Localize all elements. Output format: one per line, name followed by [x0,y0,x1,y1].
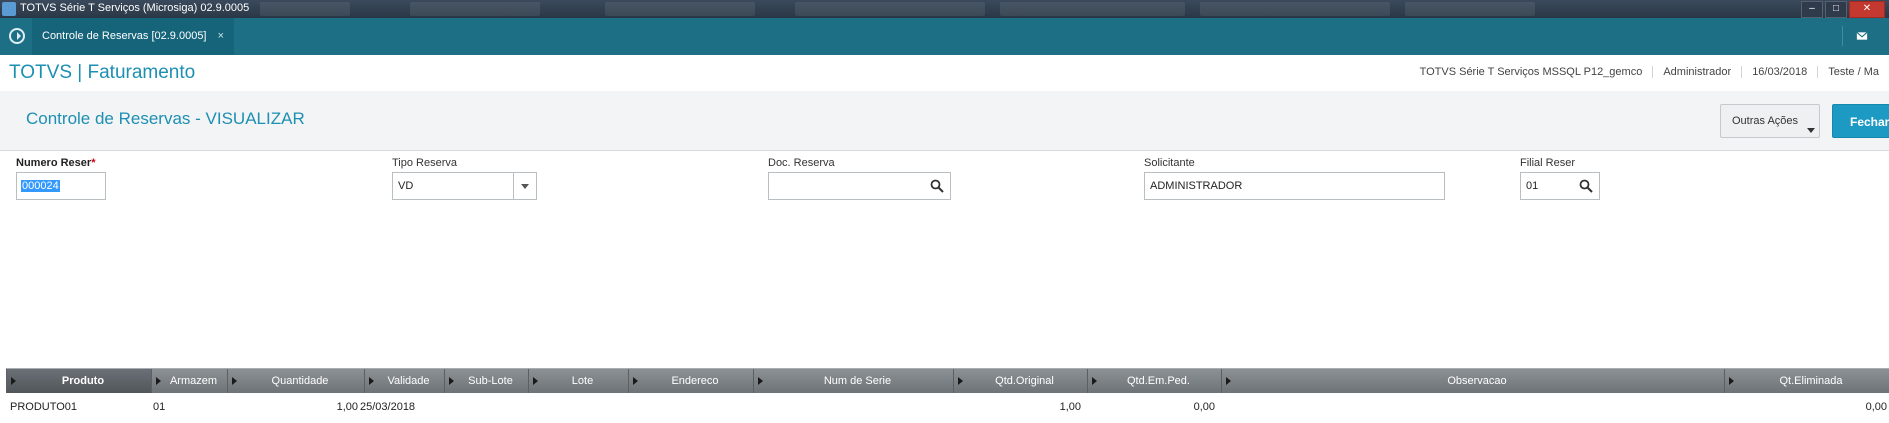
cell-produto: PRODUTO01 [10,401,78,413]
other-actions-button[interactable]: Outras Ações [1720,104,1820,138]
column-header-sub-lote[interactable]: Sub-Lote [444,369,528,393]
column-header-qt-eliminada[interactable]: Qt.Eliminada [1724,369,1889,393]
cell-qtd-original: 1,00 [1059,401,1081,413]
app-tabbar: Controle de Reservas [02.9.0005] × [0,18,1889,55]
column-header-produto[interactable]: Produto [6,369,151,393]
tipo-reserva-label: Tipo Reserva [392,157,458,169]
column-arrow-icon [533,377,538,385]
background-tab [605,2,755,16]
environment-label: TOTVS Série T Serviços MSSQL P12_gemco [1419,66,1643,78]
solicitante-value: ADMINISTRADOR [1150,180,1243,192]
doc-reserva-field[interactable] [768,172,951,200]
column-header-endereco[interactable]: Endereco [628,369,753,393]
column-arrow-icon [369,377,374,385]
tab-close-icon[interactable]: × [218,30,224,42]
company-label[interactable]: Teste / Ma [1817,66,1889,78]
background-tab [1000,2,1185,16]
column-header-lote[interactable]: Lote [528,369,628,393]
cell-armazem: 01 [153,401,166,413]
solicitante-field[interactable]: ADMINISTRADOR [1144,172,1445,200]
window-controls: – □ ✕ [1801,1,1885,18]
cell-qt-eliminada: 0,00 [1865,401,1887,413]
column-arrow-icon [1092,377,1097,385]
window-title: TOTVS Série T Serviços (Microsiga) 02.9.… [20,2,250,14]
numero-reserva-field[interactable]: 000024 [16,172,106,200]
table-row[interactable]: PRODUTO01 01 1,00 25/03/2018 1,00 0,00 0… [6,397,1889,419]
screen-header: Controle de Reservas - VISUALIZAR Outras… [0,91,1889,151]
module-header: TOTVS | Faturamento TOTVS Série T Serviç… [0,55,1889,92]
search-icon[interactable] [930,179,944,193]
column-arrow-icon [449,377,454,385]
column-header-validade[interactable]: Validade [364,369,444,393]
column-arrow-icon [1729,377,1734,385]
session-info: TOTVS Série T Serviços MSSQL P12_gemco A… [1410,66,1889,78]
cell-qtd-em-ped: 0,00 [1193,401,1215,413]
window-titlebar: TOTVS Série T Serviços (Microsiga) 02.9.… [0,0,1889,18]
column-header-armazem[interactable]: Armazem [151,369,227,393]
close-window-icon[interactable]: ✕ [1849,1,1885,18]
tipo-reserva-value: VD [398,180,414,192]
column-arrow-icon [11,377,16,385]
chevron-down-icon[interactable] [513,173,536,199]
column-arrow-icon [232,377,237,385]
column-arrow-icon [758,377,763,385]
column-header-num-serie[interactable]: Num de Serie [753,369,953,393]
column-header-quantidade[interactable]: Quantidade [227,369,364,393]
tab-label: Controle de Reservas [02.9.0005] [42,30,207,42]
filial-reserva-label: Filial Reser [1520,157,1576,169]
column-header-observacao[interactable]: Observacao [1221,369,1724,393]
refresh-home-icon[interactable] [8,27,26,45]
app-icon [2,2,16,16]
column-arrow-icon [1226,377,1231,385]
minimize-icon[interactable]: – [1801,1,1823,18]
caret-down-icon [1807,128,1815,133]
background-tab [795,2,985,16]
column-arrow-icon [958,377,963,385]
column-header-qtd-em-ped[interactable]: Qtd.Em.Ped. [1087,369,1221,393]
tipo-reserva-select[interactable]: VD [392,172,537,200]
maximize-icon[interactable]: □ [1825,1,1847,18]
background-tab [410,2,540,16]
cell-validade: 25/03/2018 [360,401,416,413]
background-tab [1200,2,1390,16]
background-tab [260,2,350,16]
column-header-qtd-original[interactable]: Qtd.Original [953,369,1087,393]
solicitante-label: Solicitante [1144,157,1195,169]
background-tab [1405,2,1535,16]
mail-icon[interactable] [1842,26,1873,46]
numero-reserva-label: Numero Reser* [16,157,96,169]
close-button[interactable]: Fechar [1832,104,1889,138]
cell-quantidade: 1,00 [336,401,358,413]
filial-reserva-value: 01 [1526,180,1539,192]
module-title: TOTVS | Faturamento [9,62,196,83]
other-actions-label: Outras Ações [1732,115,1799,127]
grid-header: Produto Armazem Quantidade Validade Sub-… [6,368,1889,393]
column-arrow-icon [633,377,638,385]
tab-controle-reservas[interactable]: Controle de Reservas [02.9.0005] × [32,18,234,55]
doc-reserva-label: Doc. Reserva [768,157,835,169]
filial-reserva-field[interactable]: 01 [1520,172,1600,200]
page-title: Controle de Reservas - VISUALIZAR [26,109,305,128]
numero-reserva-value: 000024 [21,180,60,192]
date-label: 16/03/2018 [1741,66,1817,78]
column-arrow-icon [156,377,161,385]
search-icon[interactable] [1579,179,1593,193]
user-label[interactable]: Administrador [1652,66,1741,78]
